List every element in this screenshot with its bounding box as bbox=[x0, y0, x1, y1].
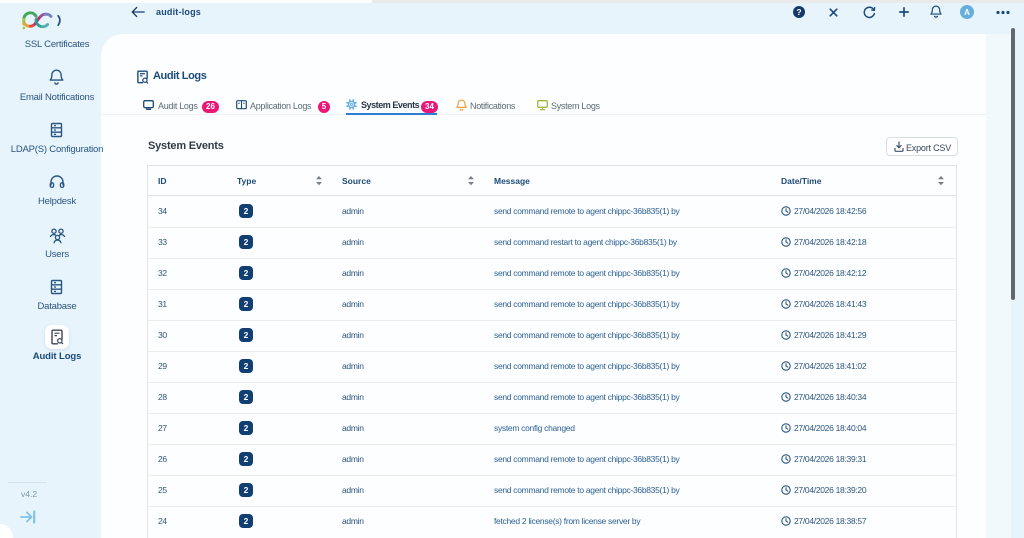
svg-text:?: ? bbox=[796, 7, 801, 17]
svg-text:A: A bbox=[964, 8, 970, 17]
